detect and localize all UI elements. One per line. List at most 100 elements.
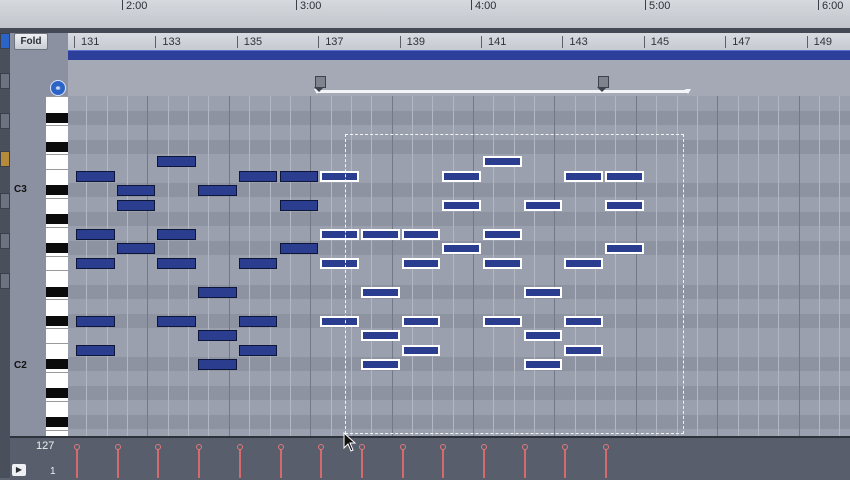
black-key[interactable] [46,286,68,297]
bar-ruler[interactable]: 131 133 135 137 139 141 143 145 147 149 [68,33,850,51]
velocity-stem[interactable] [320,446,323,478]
fold-button[interactable]: Fold [14,33,48,50]
play-icon[interactable]: ▶ [12,464,26,476]
midi-note[interactable] [279,170,319,182]
midi-note[interactable] [198,286,237,298]
black-key[interactable] [46,243,68,253]
midi-note[interactable] [116,243,156,254]
midi-note[interactable] [116,199,156,211]
midi-note[interactable] [76,170,115,182]
midi-note[interactable] [157,257,197,269]
midi-note[interactable] [157,156,197,167]
bar-label: 137 [325,36,344,48]
midi-note[interactable] [279,199,319,211]
white-key-divider [46,226,68,228]
timeline-ruler[interactable]: 2:00 3:00 4:00 5:00 6:00 [0,0,850,29]
timeline-label: 3:00 [300,0,322,12]
velocity-handle[interactable] [114,444,121,450]
black-key[interactable] [46,315,68,326]
timeline-label: 5:00 [649,0,671,12]
tool-button[interactable] [0,33,10,49]
bar-label: 143 [569,36,588,48]
midi-note[interactable] [157,315,197,327]
velocity-stem[interactable] [198,446,201,478]
velocity-handle[interactable] [236,444,243,450]
midi-note[interactable] [198,185,237,196]
octave-label-c2: C2 [14,360,27,371]
white-key-divider [46,125,68,126]
black-key[interactable] [46,141,68,152]
tool-button[interactable] [0,233,10,249]
bar-tick [318,36,320,48]
midi-note[interactable] [238,344,278,356]
midi-note[interactable] [238,257,278,269]
velocity-stem[interactable] [76,446,78,478]
timeline-tick [471,0,472,10]
loop-end-handle[interactable] [685,89,691,94]
timeline-tick [645,0,646,10]
tool-button[interactable] [0,73,10,89]
bar-tick [562,36,564,48]
octave-label-c3: C3 [14,184,27,195]
velocity-lane[interactable] [10,436,850,480]
velocity-handle[interactable] [277,444,284,450]
midi-note[interactable] [76,344,115,356]
velocity-handle[interactable] [399,444,406,450]
bar-label: 131 [81,36,100,48]
bar-tick [481,36,482,48]
white-key-divider [46,96,68,97]
velocity-stem[interactable] [523,446,526,478]
white-key-divider [46,429,68,431]
velocity-stem[interactable] [360,446,363,478]
velocity-stem[interactable] [401,446,404,478]
black-key[interactable] [46,417,68,427]
grid-line [818,96,820,436]
black-key[interactable] [46,388,68,398]
tool-button[interactable] [0,273,10,289]
left-tool-strip [0,33,10,478]
midi-note[interactable] [76,257,115,269]
midi-note[interactable] [198,359,237,370]
black-key[interactable] [46,214,68,224]
timeline-tick [122,0,123,10]
loop-range-line[interactable] [316,90,688,93]
timeline-label: 6:00 [822,0,844,12]
midi-note[interactable] [116,185,156,196]
midi-note[interactable] [76,228,115,240]
midi-note[interactable] [76,315,115,327]
velocity-stem[interactable] [605,446,608,478]
timeline-tick [818,0,819,10]
black-key[interactable] [46,359,68,369]
velocity-handle[interactable] [74,444,80,450]
velocity-handle[interactable] [358,444,365,450]
selection-marquee [345,134,684,434]
velocity-stem[interactable] [157,446,160,478]
velocity-stem[interactable] [279,446,282,478]
marker-lane[interactable] [68,60,850,97]
bar-tick [643,36,645,48]
tool-button[interactable] [0,193,10,209]
midi-note[interactable] [238,170,278,182]
bar-tick [236,36,238,48]
midi-note[interactable] [238,315,278,327]
velocity-stem[interactable] [116,446,119,478]
velocity-stem[interactable] [442,446,445,478]
velocity-stem[interactable] [483,446,485,478]
black-key[interactable] [46,112,68,123]
tool-button[interactable] [0,113,10,129]
midi-note[interactable] [279,243,319,254]
grid-line [127,96,129,436]
midi-note[interactable] [198,330,237,341]
piano-keyboard[interactable] [46,96,68,436]
velocity-handle[interactable] [481,444,487,450]
tool-button[interactable] [0,151,10,167]
midi-note[interactable] [157,228,197,240]
white-key-divider [46,328,68,329]
bar-label: 139 [406,36,425,48]
velocity-stem[interactable] [564,446,567,478]
black-key[interactable] [46,185,68,195]
headphone-icon[interactable]: ⚭ [50,80,66,96]
velocity-stem[interactable] [238,446,241,478]
velocity-max-label: 127 [36,440,55,452]
velocity-handle[interactable] [521,444,528,450]
